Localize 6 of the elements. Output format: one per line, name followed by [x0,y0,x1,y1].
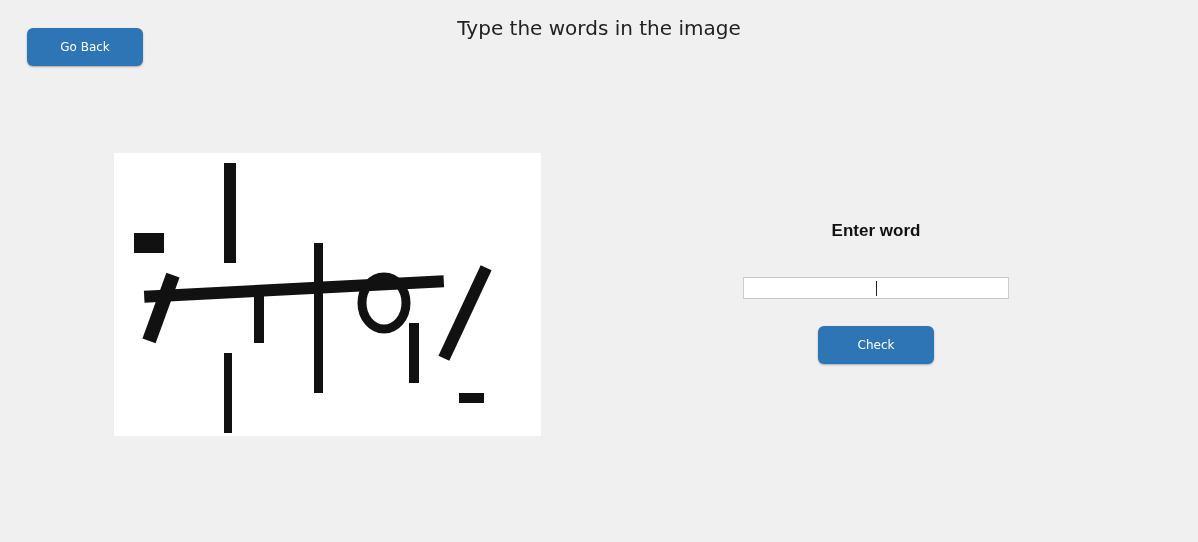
go-back-button[interactable]: Go Back [27,28,143,66]
page-title: Type the words in the image [457,16,741,40]
text-cursor-icon [876,281,877,296]
input-field[interactable] [743,277,1009,299]
check-button[interactable]: Check [818,326,934,364]
form-label: Enter word [831,221,921,241]
